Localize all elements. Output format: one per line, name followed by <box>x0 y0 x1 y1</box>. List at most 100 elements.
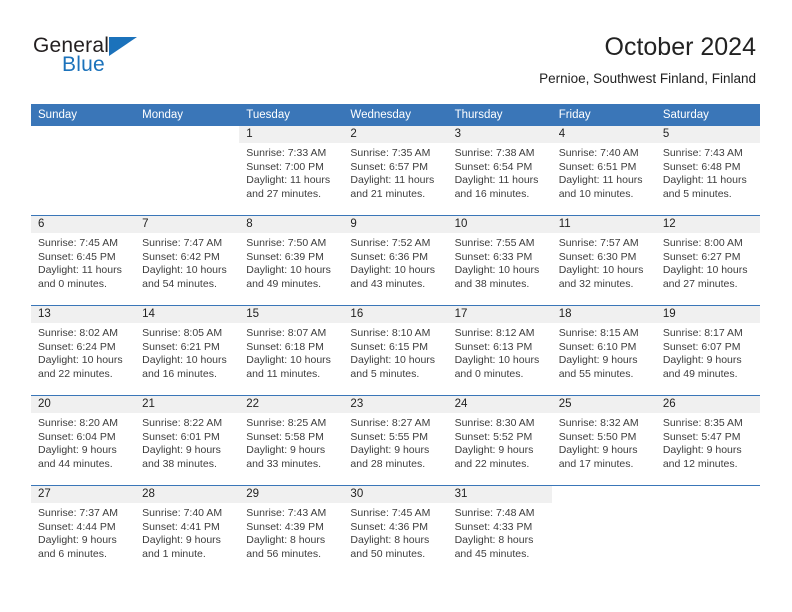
calendar-day-cell[interactable]: 10 Sunrise: 7:55 AM Sunset: 6:33 PM Dayligh… <box>447 215 552 306</box>
sunrise-time: Sunrise: 7:45 AM <box>38 237 118 249</box>
sunset-time: Sunset: 6:13 PM <box>454 340 533 353</box>
calendar-day-cell[interactable]: 9 Sunrise: 7:52 AM Sunset: 6:36 PM Daylight… <box>343 215 448 306</box>
daylight-duration-line1: Daylight: 9 hours <box>38 534 117 547</box>
calendar-day-cell[interactable]: 13 Sunrise: 8:02 AM Sunset: 6:24 PM Dayligh… <box>31 305 136 396</box>
sunrise-time: Sunrise: 7:40 AM <box>558 147 639 159</box>
day-details: Sunrise: 8:12 AM Sunset: 6:13 PM Daylight:… <box>448 323 552 381</box>
calendar-day-cell[interactable]: 28 Sunrise: 7:40 AM Sunset: 4:41 PM Dayligh… <box>135 485 240 575</box>
calendar-day-cell[interactable]: 5 Sunrise: 7:43 AM Sunset: 6:48 PM Daylight… <box>655 126 760 216</box>
daylight-duration-line1: Daylight: 10 hours <box>142 354 227 367</box>
daylight-duration-line2: and 55 minutes. <box>558 367 634 380</box>
daylight-duration-line1: Daylight: 9 hours <box>662 444 742 457</box>
calendar-day-cell[interactable]: 26 Sunrise: 8:35 AM Sunset: 5:47 PM Dayligh… <box>655 395 760 486</box>
sunrise-time: Sunrise: 7:55 AM <box>454 237 535 249</box>
sunset-time: Sunset: 6:10 PM <box>558 340 637 353</box>
calendar-day-cell[interactable]: 7 Sunrise: 7:47 AM Sunset: 6:42 PM Daylight… <box>135 215 240 306</box>
day-number: 24 <box>447 396 552 413</box>
sunset-time: Sunset: 6:30 PM <box>558 250 637 263</box>
daylight-duration-line1: Daylight: 8 hours <box>246 534 326 547</box>
brand-triangle-icon <box>109 37 137 56</box>
sunrise-time: Sunrise: 8:05 AM <box>142 327 223 339</box>
calendar-day-cell[interactable]: 2 Sunrise: 7:35 AM Sunset: 6:57 PM Daylight… <box>343 126 448 216</box>
calendar-day-cell[interactable]: 23 Sunrise: 8:27 AM Sunset: 5:55 PM Dayligh… <box>343 395 448 486</box>
calendar-day-cell[interactable]: 30 Sunrise: 7:45 AM Sunset: 4:36 PM Dayligh… <box>343 485 448 575</box>
sunset-time: Sunset: 5:58 PM <box>246 430 324 443</box>
daylight-duration-line2: and 16 minutes. <box>454 187 530 200</box>
day-details: Sunrise: 7:48 AM Sunset: 4:33 PM Daylight:… <box>448 503 552 561</box>
day-number: 5 <box>655 126 760 143</box>
day-details: Sunrise: 8:05 AM Sunset: 6:21 PM Daylight:… <box>135 323 239 381</box>
daylight-duration-line2: and 17 minutes. <box>558 457 634 470</box>
calendar-week-row: 6 Sunrise: 7:45 AM Sunset: 6:45 PM Daylight… <box>31 215 760 306</box>
calendar-day-cell[interactable]: 15 Sunrise: 8:07 AM Sunset: 6:18 PM Dayligh… <box>239 305 344 396</box>
daylight-duration-line2: and 38 minutes. <box>454 277 530 290</box>
calendar-day-cell[interactable]: 29 Sunrise: 7:43 AM Sunset: 4:39 PM Dayligh… <box>239 485 344 575</box>
day-details: Sunrise: 8:27 AM Sunset: 5:55 PM Daylight:… <box>343 413 447 471</box>
sunset-time: Sunset: 6:45 PM <box>38 250 116 263</box>
sunset-time: Sunset: 6:18 PM <box>246 340 324 353</box>
daylight-duration-line2: and 54 minutes. <box>142 277 217 290</box>
daylight-duration-line2: and 0 minutes. <box>454 367 524 380</box>
weekday-header-saturday: Saturday <box>655 104 760 126</box>
day-details: Sunrise: 8:17 AM Sunset: 6:07 PM Daylight:… <box>656 323 760 381</box>
calendar-day-cell[interactable]: 16 Sunrise: 8:10 AM Sunset: 6:15 PM Dayligh… <box>343 305 448 396</box>
day-number: 1 <box>239 126 344 143</box>
day-details: Sunrise: 7:50 AM Sunset: 6:39 PM Daylight:… <box>239 233 343 291</box>
calendar-day-cell[interactable]: 27 Sunrise: 7:37 AM Sunset: 4:44 PM Dayligh… <box>31 485 136 575</box>
calendar-day-cell[interactable]: 19 Sunrise: 8:17 AM Sunset: 6:07 PM Dayligh… <box>655 305 760 396</box>
daylight-duration-line2: and 22 minutes. <box>454 457 530 470</box>
calendar-body: 1 Sunrise: 7:33 AM Sunset: 7:00 PM Daylight… <box>31 126 760 575</box>
day-details: Sunrise: 7:47 AM Sunset: 6:42 PM Daylight:… <box>135 233 239 291</box>
calendar-day-cell[interactable]: 3 Sunrise: 7:38 AM Sunset: 6:54 PM Daylight… <box>447 126 552 216</box>
calendar-day-cell[interactable]: 18 Sunrise: 8:15 AM Sunset: 6:10 PM Dayligh… <box>551 305 656 396</box>
weekday-header-sunday: Sunday <box>31 104 136 126</box>
calendar-day-cell[interactable]: 21 Sunrise: 8:22 AM Sunset: 6:01 PM Dayligh… <box>135 395 240 486</box>
calendar-day-cell[interactable]: 20 Sunrise: 8:20 AM Sunset: 6:04 PM Dayligh… <box>31 395 136 486</box>
sunset-time: Sunset: 6:57 PM <box>350 160 429 173</box>
day-number: 7 <box>135 216 240 233</box>
daylight-duration-line1: Daylight: 10 hours <box>454 264 540 277</box>
calendar-day-cell[interactable]: 12 Sunrise: 8:00 AM Sunset: 6:27 PM Dayligh… <box>655 215 760 306</box>
daylight-duration-line2: and 27 minutes. <box>246 187 321 200</box>
weekday-header-monday: Monday <box>135 104 240 126</box>
calendar-day-cell[interactable]: 11 Sunrise: 7:57 AM Sunset: 6:30 PM Dayligh… <box>551 215 656 306</box>
calendar-day-cell[interactable]: 6 Sunrise: 7:45 AM Sunset: 6:45 PM Daylight… <box>31 215 136 306</box>
sunset-time: Sunset: 6:24 PM <box>38 340 116 353</box>
calendar-day-cell[interactable]: 24 Sunrise: 8:30 AM Sunset: 5:52 PM Dayligh… <box>447 395 552 486</box>
calendar-page: General Blue October 2024 Pernioe, South… <box>0 0 792 612</box>
day-number: 31 <box>447 486 552 503</box>
page-subtitle: Pernioe, Southwest Finland, Finland <box>539 71 756 86</box>
calendar-day-cell[interactable]: 14 Sunrise: 8:05 AM Sunset: 6:21 PM Dayligh… <box>135 305 240 396</box>
calendar-day-cell[interactable]: 8 Sunrise: 7:50 AM Sunset: 6:39 PM Daylight… <box>239 215 344 306</box>
calendar-day-cell[interactable]: 31 Sunrise: 7:48 AM Sunset: 4:33 PM Dayligh… <box>447 485 552 575</box>
daylight-duration-line1: Daylight: 10 hours <box>558 264 644 277</box>
daylight-duration-line1: Daylight: 11 hours <box>38 264 122 277</box>
daylight-duration-line2: and 16 minutes. <box>142 367 217 380</box>
calendar-day-cell[interactable]: 17 Sunrise: 8:12 AM Sunset: 6:13 PM Dayligh… <box>447 305 552 396</box>
calendar-day-cell[interactable]: 1 Sunrise: 7:33 AM Sunset: 7:00 PM Daylight… <box>239 126 344 216</box>
calendar-day-cell[interactable]: 25 Sunrise: 8:32 AM Sunset: 5:50 PM Dayligh… <box>551 395 656 486</box>
day-number: 6 <box>31 216 136 233</box>
daylight-duration-line2: and 22 minutes. <box>38 367 113 380</box>
day-details: Sunrise: 8:30 AM Sunset: 5:52 PM Daylight:… <box>448 413 552 471</box>
calendar-day-cell[interactable]: 22 Sunrise: 8:25 AM Sunset: 5:58 PM Dayligh… <box>239 395 344 486</box>
day-number: 29 <box>239 486 344 503</box>
daylight-duration-line1: Daylight: 10 hours <box>350 354 436 367</box>
calendar-day-cell[interactable]: 4 Sunrise: 7:40 AM Sunset: 6:51 PM Daylight… <box>551 126 656 216</box>
title-block: October 2024 Pernioe, Southwest Finland,… <box>539 32 756 88</box>
daylight-duration-line1: Daylight: 8 hours <box>454 534 534 547</box>
sunset-time: Sunset: 5:47 PM <box>662 430 741 443</box>
sunset-time: Sunset: 6:04 PM <box>38 430 116 443</box>
sunrise-time: Sunrise: 7:52 AM <box>350 237 431 249</box>
day-details: Sunrise: 7:40 AM Sunset: 4:41 PM Daylight:… <box>135 503 239 561</box>
weekday-header-thursday: Thursday <box>447 104 552 126</box>
day-number <box>655 486 760 503</box>
sunrise-time: Sunrise: 8:00 AM <box>662 237 743 249</box>
daylight-duration-line2: and 10 minutes. <box>558 187 634 200</box>
sunrise-time: Sunrise: 7:33 AM <box>246 147 327 159</box>
day-number: 21 <box>135 396 240 413</box>
calendar-day-cell <box>31 126 136 216</box>
day-number: 15 <box>239 306 344 323</box>
daylight-duration-line2: and 27 minutes. <box>662 277 738 290</box>
sunrise-time: Sunrise: 8:02 AM <box>38 327 118 339</box>
